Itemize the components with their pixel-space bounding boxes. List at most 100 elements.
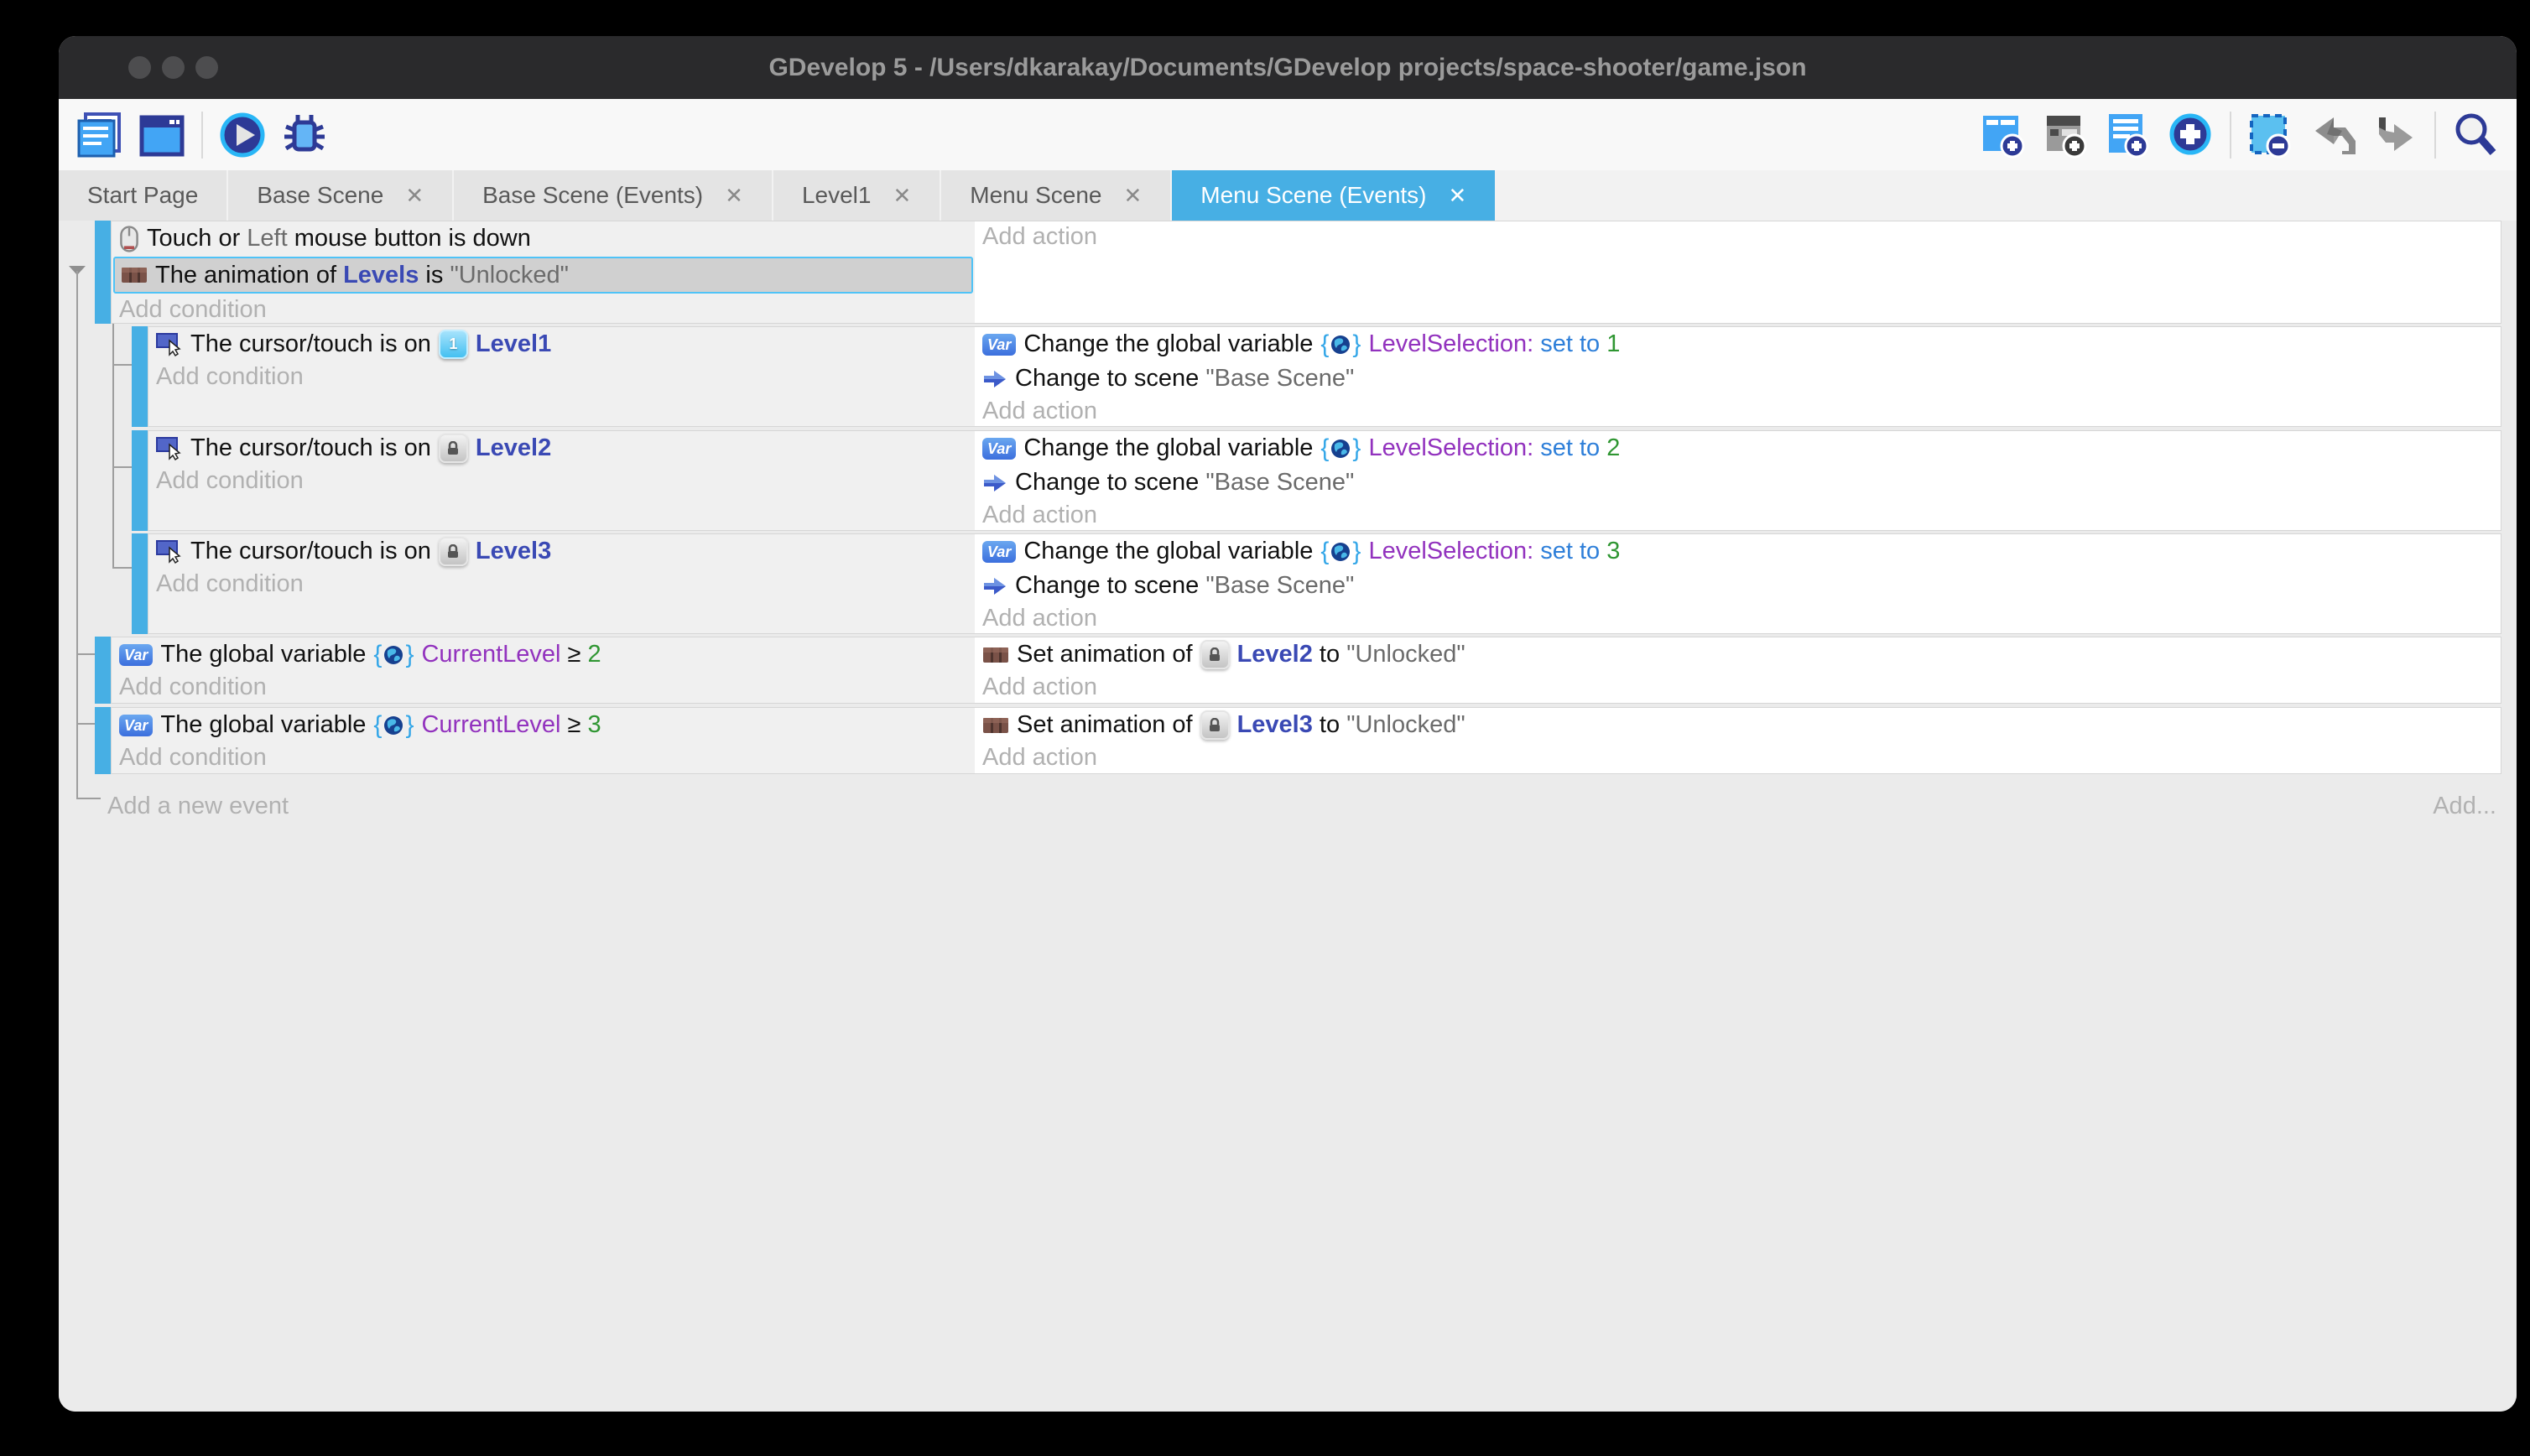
- event-handle[interactable]: [132, 326, 148, 427]
- add-anything-button[interactable]: [2164, 109, 2216, 161]
- conditions-column: Var The global variable { } CurrentLevel…: [112, 708, 976, 773]
- tab-start-page[interactable]: Start Page: [59, 170, 228, 221]
- actions-column: Var Change the global variable { } Level…: [975, 431, 2501, 530]
- add-action-button[interactable]: Add action: [975, 603, 2501, 634]
- tab-menu-scene[interactable]: Menu Scene ✕: [941, 170, 1172, 221]
- action-change-global-variable[interactable]: Var Change the global variable { } Level…: [975, 534, 2501, 569]
- close-icon[interactable]: ✕: [1449, 183, 1467, 209]
- project-manager-icon: [75, 111, 124, 159]
- debugger-button[interactable]: [279, 109, 331, 161]
- add-action-button[interactable]: Add action: [975, 742, 2501, 773]
- debug-bug-icon: [281, 112, 328, 159]
- animation-icon: [121, 265, 148, 285]
- conditions-column: The cursor/touch is on Level2 Add condit…: [148, 431, 976, 530]
- delete-selection-button[interactable]: [2245, 109, 2297, 161]
- tab-base-scene-events[interactable]: Base Scene (Events) ✕: [454, 170, 773, 221]
- locked-level-thumbnail-icon: [439, 537, 468, 566]
- search-icon: [2451, 111, 2500, 159]
- add-action-button[interactable]: Add action: [975, 500, 2501, 531]
- close-icon[interactable]: ✕: [893, 183, 911, 209]
- animation-icon: [982, 645, 1009, 665]
- open-scene-editor-button[interactable]: [136, 109, 188, 161]
- add-condition-button[interactable]: Add condition: [148, 569, 975, 600]
- condition-cursor-on-level1[interactable]: The cursor/touch is on 1 Level1: [148, 327, 975, 361]
- add-condition-button[interactable]: Add condition: [112, 672, 975, 703]
- cursor-icon: [156, 539, 183, 564]
- global-variable-icon: { }: [1320, 332, 1361, 357]
- tab-base-scene[interactable]: Base Scene ✕: [228, 170, 454, 221]
- toolbar-separator: [2434, 112, 2436, 159]
- add-action-button[interactable]: Add action: [975, 672, 2501, 703]
- variable-icon: Var: [982, 438, 1016, 460]
- close-icon[interactable]: ✕: [1123, 183, 1142, 209]
- add-condition-button[interactable]: Add condition: [148, 361, 975, 393]
- actions-column: Var Change the global variable { } Level…: [975, 534, 2501, 633]
- event-handle[interactable]: [95, 707, 111, 774]
- action-change-scene[interactable]: Change to scene "Base Scene": [975, 361, 2501, 396]
- scene-arrow-icon: [982, 368, 1007, 390]
- condition-global-variable-currentlevel-2[interactable]: Var The global variable { } CurrentLevel…: [112, 637, 975, 672]
- cursor-icon: [156, 332, 183, 357]
- search-button[interactable]: [2449, 109, 2501, 161]
- add-comment-icon: [2104, 111, 2153, 159]
- add-action-button[interactable]: Add action: [975, 221, 2501, 252]
- action-change-global-variable[interactable]: Var Change the global variable { } Level…: [975, 327, 2501, 361]
- project-manager-button[interactable]: [74, 109, 126, 161]
- event-handle[interactable]: [132, 430, 148, 531]
- event-row: Var The global variable { } CurrentLevel…: [59, 707, 2500, 774]
- action-change-scene[interactable]: Change to scene "Base Scene": [975, 465, 2501, 500]
- add-subevent-button[interactable]: [2040, 109, 2092, 161]
- redo-icon: [2371, 111, 2419, 159]
- add-event-button[interactable]: [1978, 109, 2030, 161]
- actions-column: Add action: [975, 221, 2501, 323]
- redo-button[interactable]: [2369, 109, 2421, 161]
- condition-animation-selected[interactable]: The animation of Levels is "Unlocked": [113, 257, 973, 294]
- global-variable-icon: { }: [1320, 539, 1361, 564]
- event-row: The cursor/touch is on 1 Level1 Add cond…: [59, 326, 2500, 427]
- toolbar-separator: [201, 112, 203, 159]
- app-window: GDevelop 5 - /Users/dkarakay/Documents/G…: [59, 36, 2517, 1412]
- actions-column: Set animation of Level3 to "Unlocked" Ad…: [975, 708, 2501, 773]
- action-set-animation-level3[interactable]: Set animation of Level3 to "Unlocked": [975, 708, 2501, 742]
- action-change-scene[interactable]: Change to scene "Base Scene": [975, 569, 2501, 603]
- add-condition-button[interactable]: Add condition: [112, 742, 975, 773]
- add-more-button[interactable]: Add...: [2433, 793, 2496, 820]
- condition-touch-mouse[interactable]: Touch or Left mouse button is down: [112, 221, 975, 256]
- add-comment-button[interactable]: [2102, 109, 2154, 161]
- add-new-event-button[interactable]: Add a new event: [107, 793, 289, 820]
- mouse-icon: [119, 226, 139, 252]
- level1-thumbnail-icon: 1: [439, 330, 468, 359]
- preview-play-button[interactable]: [216, 109, 268, 161]
- add-action-button[interactable]: Add action: [975, 396, 2501, 427]
- add-condition-button[interactable]: Add condition: [148, 465, 975, 497]
- condition-global-variable-currentlevel-3[interactable]: Var The global variable { } CurrentLevel…: [112, 708, 975, 742]
- action-change-global-variable[interactable]: Var Change the global variable { } Level…: [975, 431, 2501, 465]
- events-sheet: Touch or Left mouse button is down The a…: [59, 221, 2517, 1412]
- event-handle[interactable]: [95, 637, 111, 704]
- close-icon[interactable]: ✕: [405, 183, 424, 209]
- event-row: Touch or Left mouse button is down The a…: [59, 221, 2500, 324]
- tab-menu-scene-events[interactable]: Menu Scene (Events) ✕: [1172, 170, 1497, 221]
- variable-icon: Var: [119, 644, 153, 666]
- animation-icon: [982, 715, 1009, 736]
- tab-bar: Start Page Base Scene ✕ Base Scene (Even…: [59, 170, 2517, 221]
- tab-level1[interactable]: Level1 ✕: [773, 170, 941, 221]
- add-subevent-icon: [2042, 111, 2090, 159]
- close-icon[interactable]: ✕: [725, 183, 743, 209]
- toolbar: [59, 99, 2517, 170]
- play-icon: [219, 112, 266, 159]
- add-condition-button[interactable]: Add condition: [112, 294, 975, 325]
- undo-button[interactable]: [2307, 109, 2359, 161]
- condition-cursor-on-level3[interactable]: The cursor/touch is on Level3: [148, 534, 975, 569]
- event-row: Var The global variable { } CurrentLevel…: [59, 637, 2500, 704]
- condition-cursor-on-level2[interactable]: The cursor/touch is on Level2: [148, 431, 975, 465]
- tree-line: [76, 798, 101, 799]
- event-handle[interactable]: [95, 221, 111, 324]
- toolbar-separator: [2230, 112, 2231, 159]
- cursor-icon: [156, 436, 183, 461]
- variable-icon: Var: [982, 541, 1016, 563]
- global-variable-icon: { }: [373, 642, 414, 668]
- event-handle[interactable]: [132, 533, 148, 634]
- window-title: GDevelop 5 - /Users/dkarakay/Documents/G…: [59, 36, 2517, 99]
- action-set-animation-level2[interactable]: Set animation of Level2 to "Unlocked": [975, 637, 2501, 672]
